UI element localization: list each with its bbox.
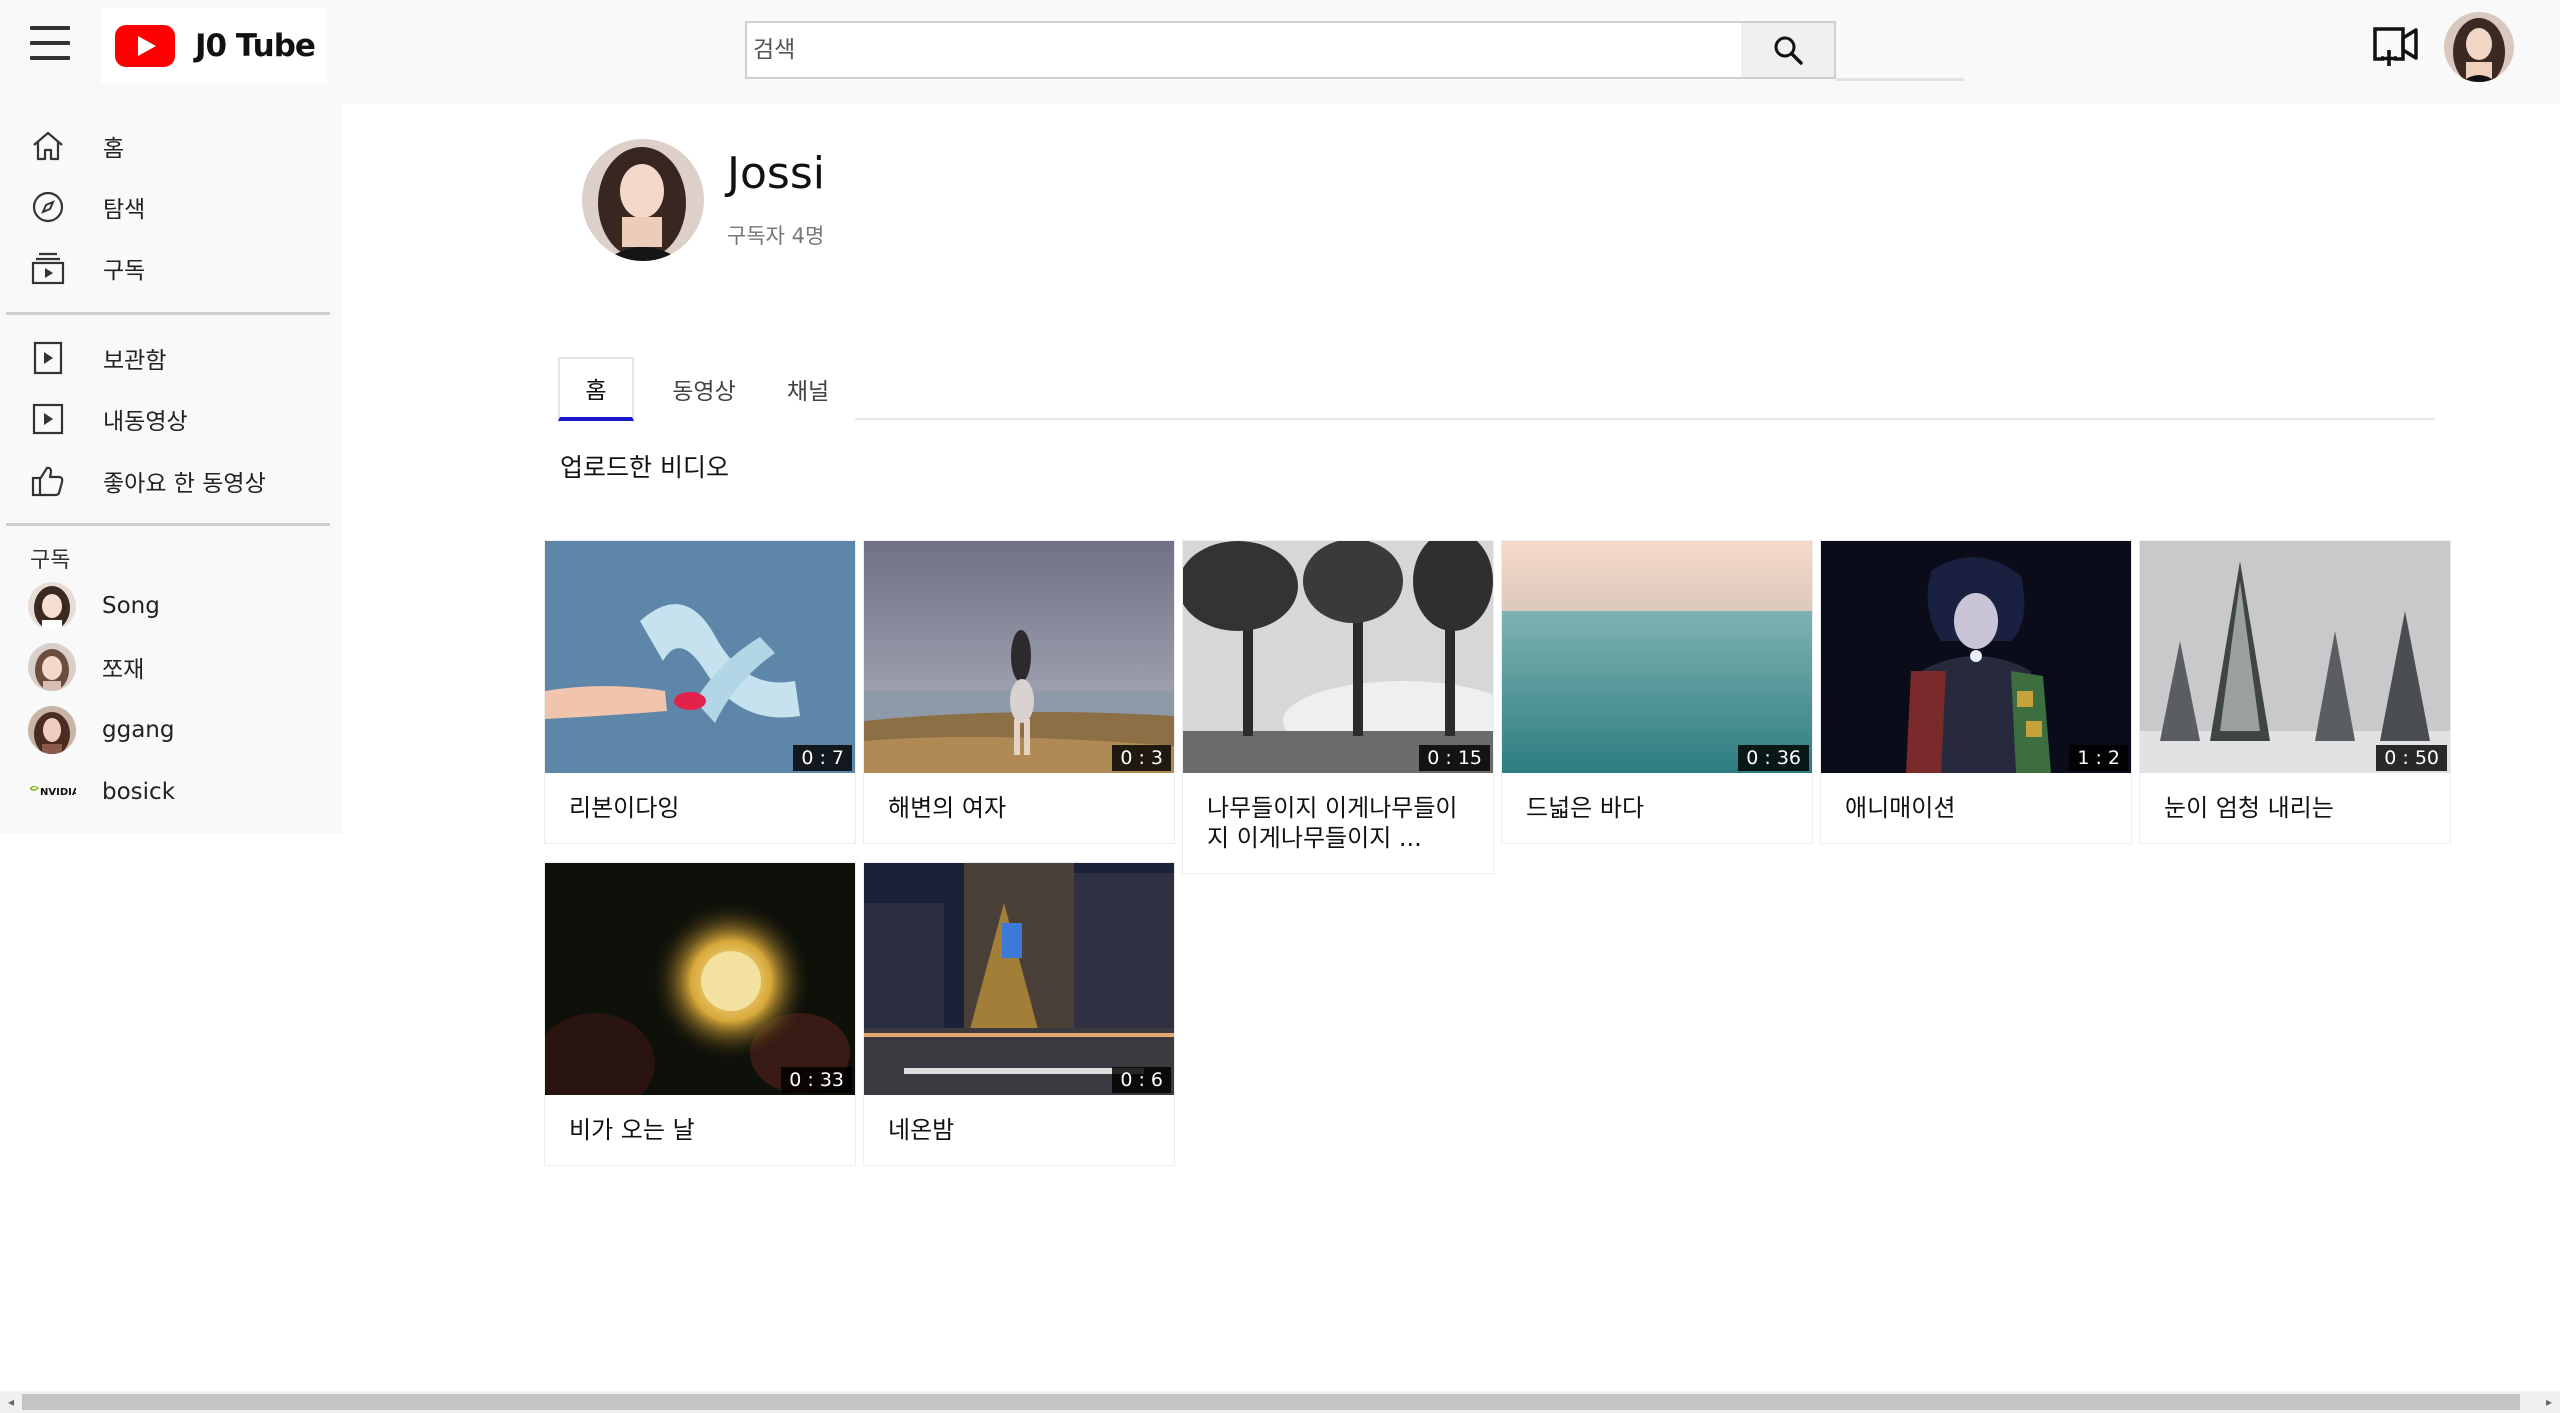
tab-videos[interactable]: 동영상 [656,357,752,421]
logo-text: J0 Tube [195,27,316,64]
sidebar-item-label: 보관함 [103,348,167,374]
video-duration: 0 : 7 [793,745,852,771]
sidebar-item-label: 홈 [103,136,125,162]
logo-play-icon [115,24,175,67]
video-card[interactable]: 0 : 15 나무들이지 이게나무들이지 이게나무들이지 ... [1182,540,1494,874]
sidebar: 홈 탐색 구독 보관함 내동영상 좋아요 한 동영상 구독 Song 쪼재 gg… [0,104,342,834]
video-thumbnail[interactable]: 0 : 6 [864,863,1174,1095]
svg-text:NVIDIA: NVIDIA [40,787,76,798]
video-thumbnail[interactable]: 0 : 50 [2140,541,2450,773]
subscriptions-icon [28,248,68,288]
channel-name: Jossi [727,148,825,199]
sidebar-item-label: 좋아요 한 동영상 [103,471,266,497]
horizontal-scrollbar[interactable]: ◂ ▸ [0,1391,2560,1413]
home-icon [28,126,68,166]
video-thumbnail[interactable]: 0 : 33 [545,863,855,1095]
sidebar-item-label: 탐색 [103,197,146,223]
video-title[interactable]: 나무들이지 이게나무들이지 이게나무들이지 ... [1183,773,1493,873]
tab-home[interactable]: 홈 [558,357,634,421]
channel-avatar [28,706,76,754]
sidebar-item-label: 내동영상 [103,409,188,435]
search-underline [1836,78,1964,81]
menu-icon[interactable] [30,26,70,66]
video-duration: 0 : 36 [1738,745,1809,771]
subscription-name: 쪼재 [102,657,145,683]
subscription-item-ggang[interactable]: ggang [0,701,330,759]
subscription-item-bosick[interactable]: NVIDIA bosick [0,763,330,821]
search-button[interactable] [1741,21,1836,79]
top-bar: J0 Tube [0,0,2560,104]
video-duration: 1 : 2 [2069,745,2128,771]
sidebar-item-liked-videos[interactable]: 좋아요 한 동영상 [0,455,330,507]
subscription-item-jjojae[interactable]: 쪼재 [0,638,330,696]
subscription-name: ggang [102,717,175,743]
sidebar-item-label: 구독 [103,258,146,284]
nvidia-logo: NVIDIA [28,768,76,816]
video-title[interactable]: 애니매이션 [1821,773,2131,843]
logo[interactable]: J0 Tube [101,8,326,83]
video-title[interactable]: 비가 오는 날 [545,1095,855,1165]
channel-avatar [28,643,76,691]
video-thumbnail[interactable]: 0 : 7 [545,541,855,773]
video-title[interactable]: 리본이다잉 [545,773,855,843]
subscription-name: Song [102,593,160,619]
video-duration: 0 : 33 [781,1067,852,1093]
scroll-right-arrow-icon[interactable]: ▸ [2541,1395,2557,1409]
sidebar-item-subscriptions[interactable]: 구독 [0,242,330,294]
sidebar-item-home[interactable]: 홈 [0,120,330,172]
search-input[interactable] [745,21,1743,79]
sidebar-divider [6,523,330,526]
video-card[interactable]: 0 : 33 비가 오는 날 [544,862,856,1166]
thumbs-up-icon [28,461,68,501]
my-videos-icon [28,399,68,439]
subscription-item-song[interactable]: Song [0,577,330,635]
video-title[interactable]: 눈이 엄청 내리는 [2140,773,2450,843]
video-title[interactable]: 드넓은 바다 [1502,773,1812,843]
video-title[interactable]: 네온밤 [864,1095,1174,1165]
subscriber-count: 구독자 4명 [727,224,825,248]
video-duration: 0 : 50 [2376,745,2447,771]
video-thumbnail[interactable]: 0 : 3 [864,541,1174,773]
sidebar-item-explore[interactable]: 탐색 [0,181,330,233]
user-avatar[interactable] [2444,12,2514,82]
subscriptions-heading: 구독 [30,548,71,573]
subscription-name: bosick [102,779,176,805]
search-bar [745,21,1965,81]
sidebar-divider [6,312,330,315]
video-card[interactable]: 0 : 50 눈이 엄청 내리는 [2139,540,2451,844]
sidebar-item-my-videos[interactable]: 내동영상 [0,393,330,445]
video-upload-icon[interactable] [2372,24,2420,68]
video-thumbnail[interactable]: 0 : 36 [1502,541,1812,773]
video-duration: 0 : 15 [1419,745,1490,771]
tab-channels[interactable]: 채널 [768,357,848,421]
video-card[interactable]: 0 : 36 드넓은 바다 [1501,540,1813,844]
video-card[interactable]: 0 : 3 해변의 여자 [863,540,1175,844]
scrollbar-thumb[interactable] [22,1394,2520,1410]
video-duration: 0 : 3 [1112,745,1171,771]
compass-icon [28,187,68,227]
section-title: 업로드한 비디오 [560,453,729,482]
video-card[interactable]: 0 : 7 리본이다잉 [544,540,856,844]
channel-avatar [28,582,76,630]
tabs-divider [855,418,2435,420]
video-duration: 0 : 6 [1112,1067,1171,1093]
search-icon [1774,36,1803,65]
video-thumbnail[interactable]: 0 : 15 [1183,541,1493,773]
library-icon [28,338,68,378]
video-card[interactable]: 1 : 2 애니매이션 [1820,540,2132,844]
video-thumbnail[interactable]: 1 : 2 [1821,541,2131,773]
channel-avatar [582,139,704,261]
video-card[interactable]: 0 : 6 네온밤 [863,862,1175,1166]
sidebar-item-library[interactable]: 보관함 [0,332,330,384]
scroll-left-arrow-icon[interactable]: ◂ [3,1395,19,1409]
video-title[interactable]: 해변의 여자 [864,773,1174,843]
